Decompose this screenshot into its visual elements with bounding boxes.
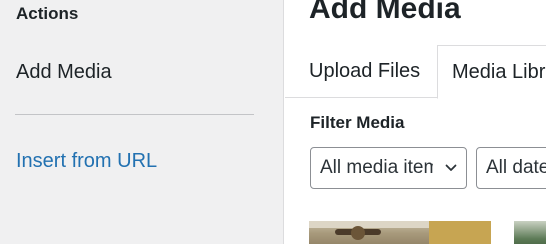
filter-media-heading: Filter Media — [310, 113, 405, 132]
menu-separator — [15, 114, 254, 115]
media-type-filter-select[interactable]: All media items — [310, 147, 467, 189]
media-router: Upload Files Media Library — [285, 45, 546, 99]
chevron-down-icon — [445, 164, 457, 171]
media-menu: Actions Add Media Insert from URL — [0, 0, 284, 244]
attachment-thumbnail[interactable] — [309, 221, 491, 244]
frame-title: Add Media — [309, 0, 461, 25]
media-frame-content: Add Media Upload Files Media Library Fil… — [285, 0, 546, 244]
tab-upload-files[interactable]: Upload Files — [297, 45, 432, 98]
media-modal: Actions Add Media Insert from URL Add Me… — [0, 0, 546, 244]
attachment-thumbnail[interactable] — [514, 221, 546, 244]
date-filter-select[interactable]: All dates — [476, 147, 546, 189]
menu-item-add-media[interactable]: Add Media — [16, 61, 112, 84]
tab-media-library[interactable]: Media Library — [437, 45, 546, 99]
actions-heading: Actions — [16, 4, 79, 23]
media-type-filter-value: All media items — [320, 157, 433, 178]
date-filter-value: All dates — [486, 157, 546, 178]
menu-item-insert-from-url[interactable]: Insert from URL — [16, 150, 157, 173]
